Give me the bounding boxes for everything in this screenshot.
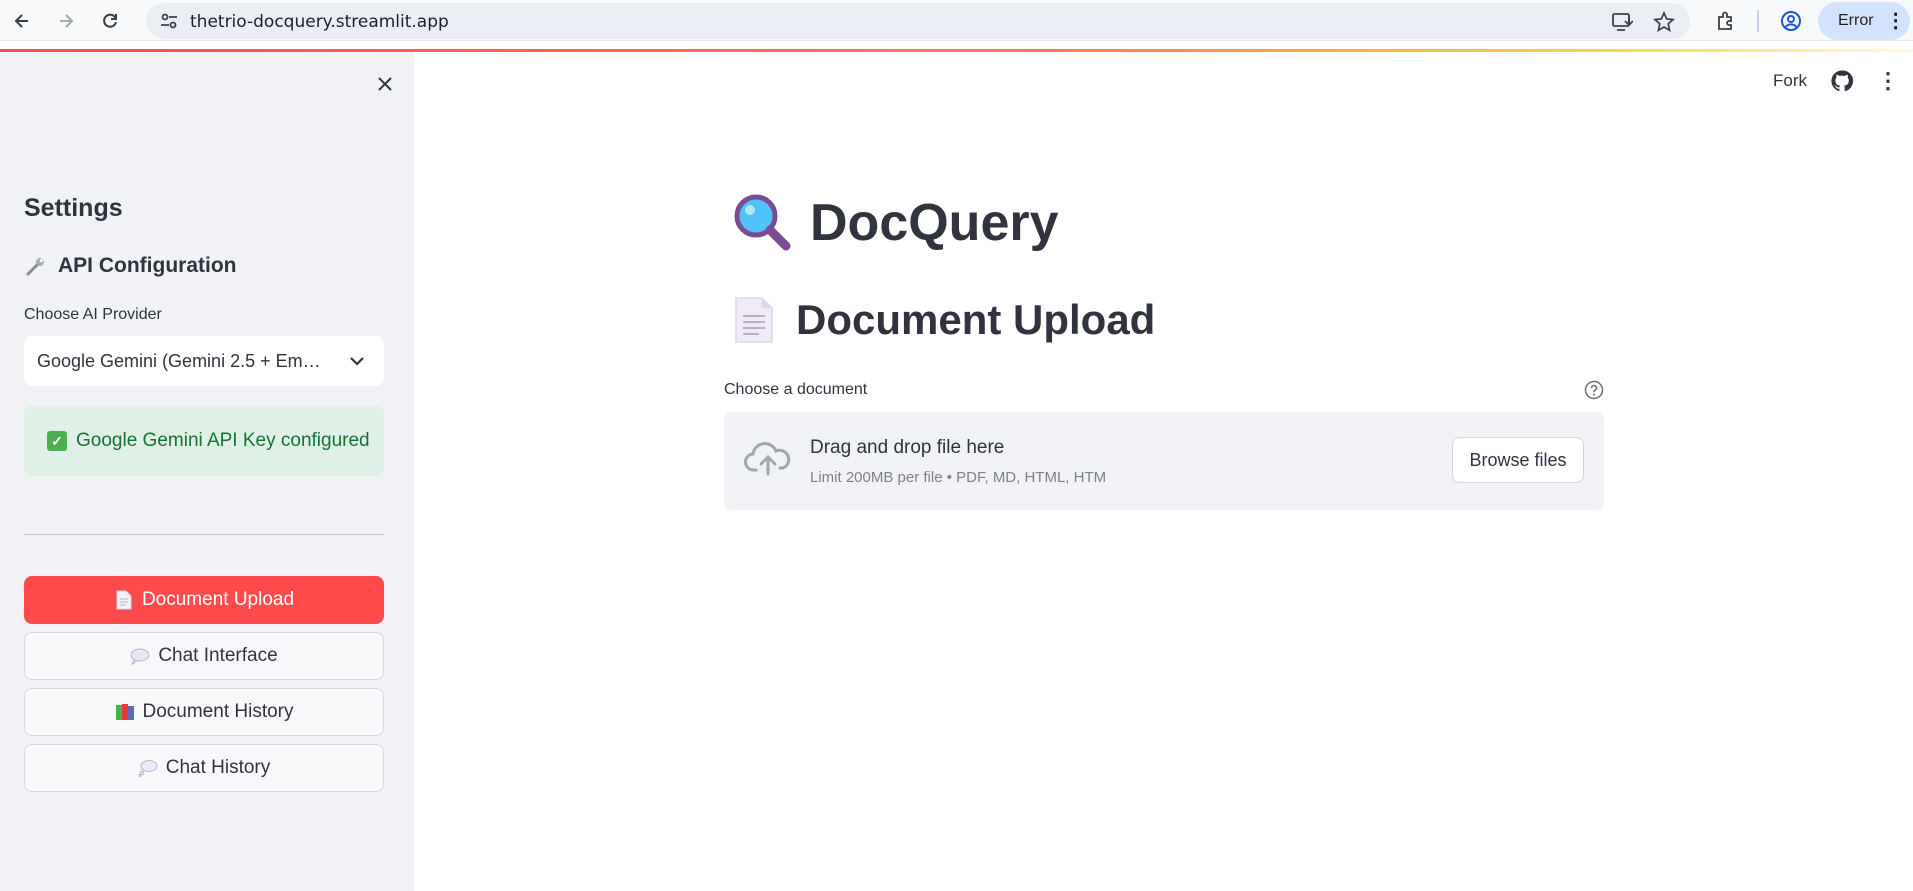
section-title-text: Document Upload xyxy=(796,296,1156,343)
cloud-upload-icon xyxy=(744,442,791,476)
reload-icon[interactable] xyxy=(94,6,126,36)
sidebar-divider xyxy=(24,534,384,535)
magnifier-icon xyxy=(734,194,791,251)
thought-bubble-icon xyxy=(138,758,158,778)
dropzone-title: Drag and drop file here xyxy=(810,437,1005,458)
page-icon xyxy=(735,297,773,343)
chat-history-label: Chat History xyxy=(165,757,271,778)
api-config-label: API Configuration xyxy=(58,254,237,277)
forward-icon[interactable] xyxy=(50,6,82,36)
chat-history-button[interactable]: Chat History xyxy=(24,744,384,792)
chevron-down-icon xyxy=(350,357,364,366)
browse-files-button[interactable]: Browse files xyxy=(1452,437,1584,483)
back-icon[interactable] xyxy=(6,6,38,36)
provider-select-value: Google Gemini (Gemini 2.5 + Em… xyxy=(37,350,321,371)
api-key-success-alert: ✓ Google Gemini API Key configured xyxy=(24,406,384,476)
sidebar: Settings API Configuration Choose AI Pro… xyxy=(0,52,414,891)
document-upload-button[interactable]: Document Upload xyxy=(24,576,384,624)
books-icon xyxy=(115,702,135,722)
profile-icon[interactable] xyxy=(1779,9,1803,33)
chat-interface-label: Chat Interface xyxy=(158,645,278,666)
page-icon xyxy=(114,590,134,610)
site-settings-icon[interactable] xyxy=(158,10,180,32)
page-title: DocQuery xyxy=(732,192,1059,254)
check-icon: ✓ xyxy=(47,431,67,451)
profile-error-button[interactable]: Error ⋮ xyxy=(1818,2,1910,40)
toolbar-separator xyxy=(1757,10,1759,32)
document-upload-label: Document Upload xyxy=(141,589,295,610)
install-app-icon[interactable] xyxy=(1610,10,1634,34)
provider-label: Choose AI Provider xyxy=(24,306,162,323)
api-config-heading: API Configuration xyxy=(24,254,236,278)
main-content: Fork ⋮ DocQuery Document Upload Choose a… xyxy=(414,52,1913,891)
speech-bubble-icon xyxy=(130,646,150,666)
github-icon[interactable] xyxy=(1830,69,1854,93)
uploader-label: Choose a document xyxy=(724,381,868,398)
browser-toolbar: thetrio-docquery.streamlit.app Error ⋮ xyxy=(0,0,1913,41)
url-text[interactable]: thetrio-docquery.streamlit.app xyxy=(190,12,449,32)
fork-button[interactable]: Fork xyxy=(1773,71,1807,91)
profile-error-label: Error xyxy=(1838,12,1874,29)
file-dropzone[interactable]: Drag and drop file here Limit 200MB per … xyxy=(724,412,1604,510)
document-history-button[interactable]: Document History xyxy=(24,688,384,736)
help-icon[interactable] xyxy=(1584,380,1604,400)
chat-interface-button[interactable]: Chat Interface xyxy=(24,632,384,680)
close-icon[interactable] xyxy=(370,69,400,99)
address-bar[interactable]: thetrio-docquery.streamlit.app xyxy=(146,3,1690,39)
provider-select[interactable]: Google Gemini (Gemini 2.5 + Em… xyxy=(24,336,384,386)
document-history-label: Document History xyxy=(142,701,294,722)
bookmark-star-icon[interactable] xyxy=(1652,10,1676,34)
sidebar-title: Settings xyxy=(24,194,123,222)
more-vert-icon[interactable]: ⋮ xyxy=(1877,68,1899,93)
more-vert-icon[interactable]: ⋮ xyxy=(1886,11,1906,31)
extensions-icon[interactable] xyxy=(1714,9,1738,33)
success-message: Google Gemini API Key configured xyxy=(76,430,370,451)
app-title: DocQuery xyxy=(810,194,1059,252)
wrench-icon xyxy=(24,254,48,278)
section-title: Document Upload xyxy=(732,296,1155,344)
dropzone-limit: Limit 200MB per file • PDF, MD, HTML, HT… xyxy=(810,469,1107,486)
